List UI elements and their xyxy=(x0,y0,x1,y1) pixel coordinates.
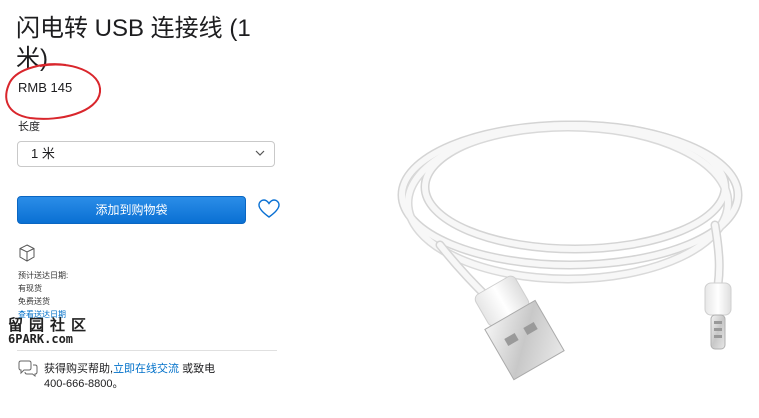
in-stock-text: 有现货 xyxy=(18,284,42,293)
help-middle: 或致电 xyxy=(182,363,216,375)
length-select-value: 1 米 xyxy=(31,146,55,161)
heart-icon[interactable] xyxy=(258,199,280,219)
divider xyxy=(17,350,277,351)
length-label: 长度 xyxy=(18,121,40,133)
free-shipping-text: 免费送货 xyxy=(18,297,50,306)
box-icon xyxy=(19,244,35,262)
chat-now-link[interactable]: 立即在线交流 xyxy=(113,363,179,375)
site-watermark: 留园社区 6PARK.com xyxy=(8,316,93,347)
length-select[interactable]: 1 米 xyxy=(17,141,275,167)
help-phone: 400-666-8800。 xyxy=(44,378,124,390)
watermark-url: 6PARK.com xyxy=(8,332,74,346)
chevron-down-icon xyxy=(255,150,265,156)
help-prefix: 获得购买帮助, xyxy=(44,363,114,375)
watermark-cn: 留园社区 xyxy=(8,316,93,334)
product-image xyxy=(397,120,743,381)
purchase-help: 获得购买帮助,立即在线交流 或致电 400-666-8800。 xyxy=(44,362,215,392)
chat-icon xyxy=(18,360,38,378)
shipping-info: 预计送达日期: 有现货 免费送货 查看送达日期 xyxy=(18,269,68,321)
add-to-bag-button[interactable]: 添加到购物袋 xyxy=(17,196,246,224)
shipping-heading: 预计送达日期: xyxy=(18,271,69,280)
red-annotation-circle xyxy=(5,63,102,120)
